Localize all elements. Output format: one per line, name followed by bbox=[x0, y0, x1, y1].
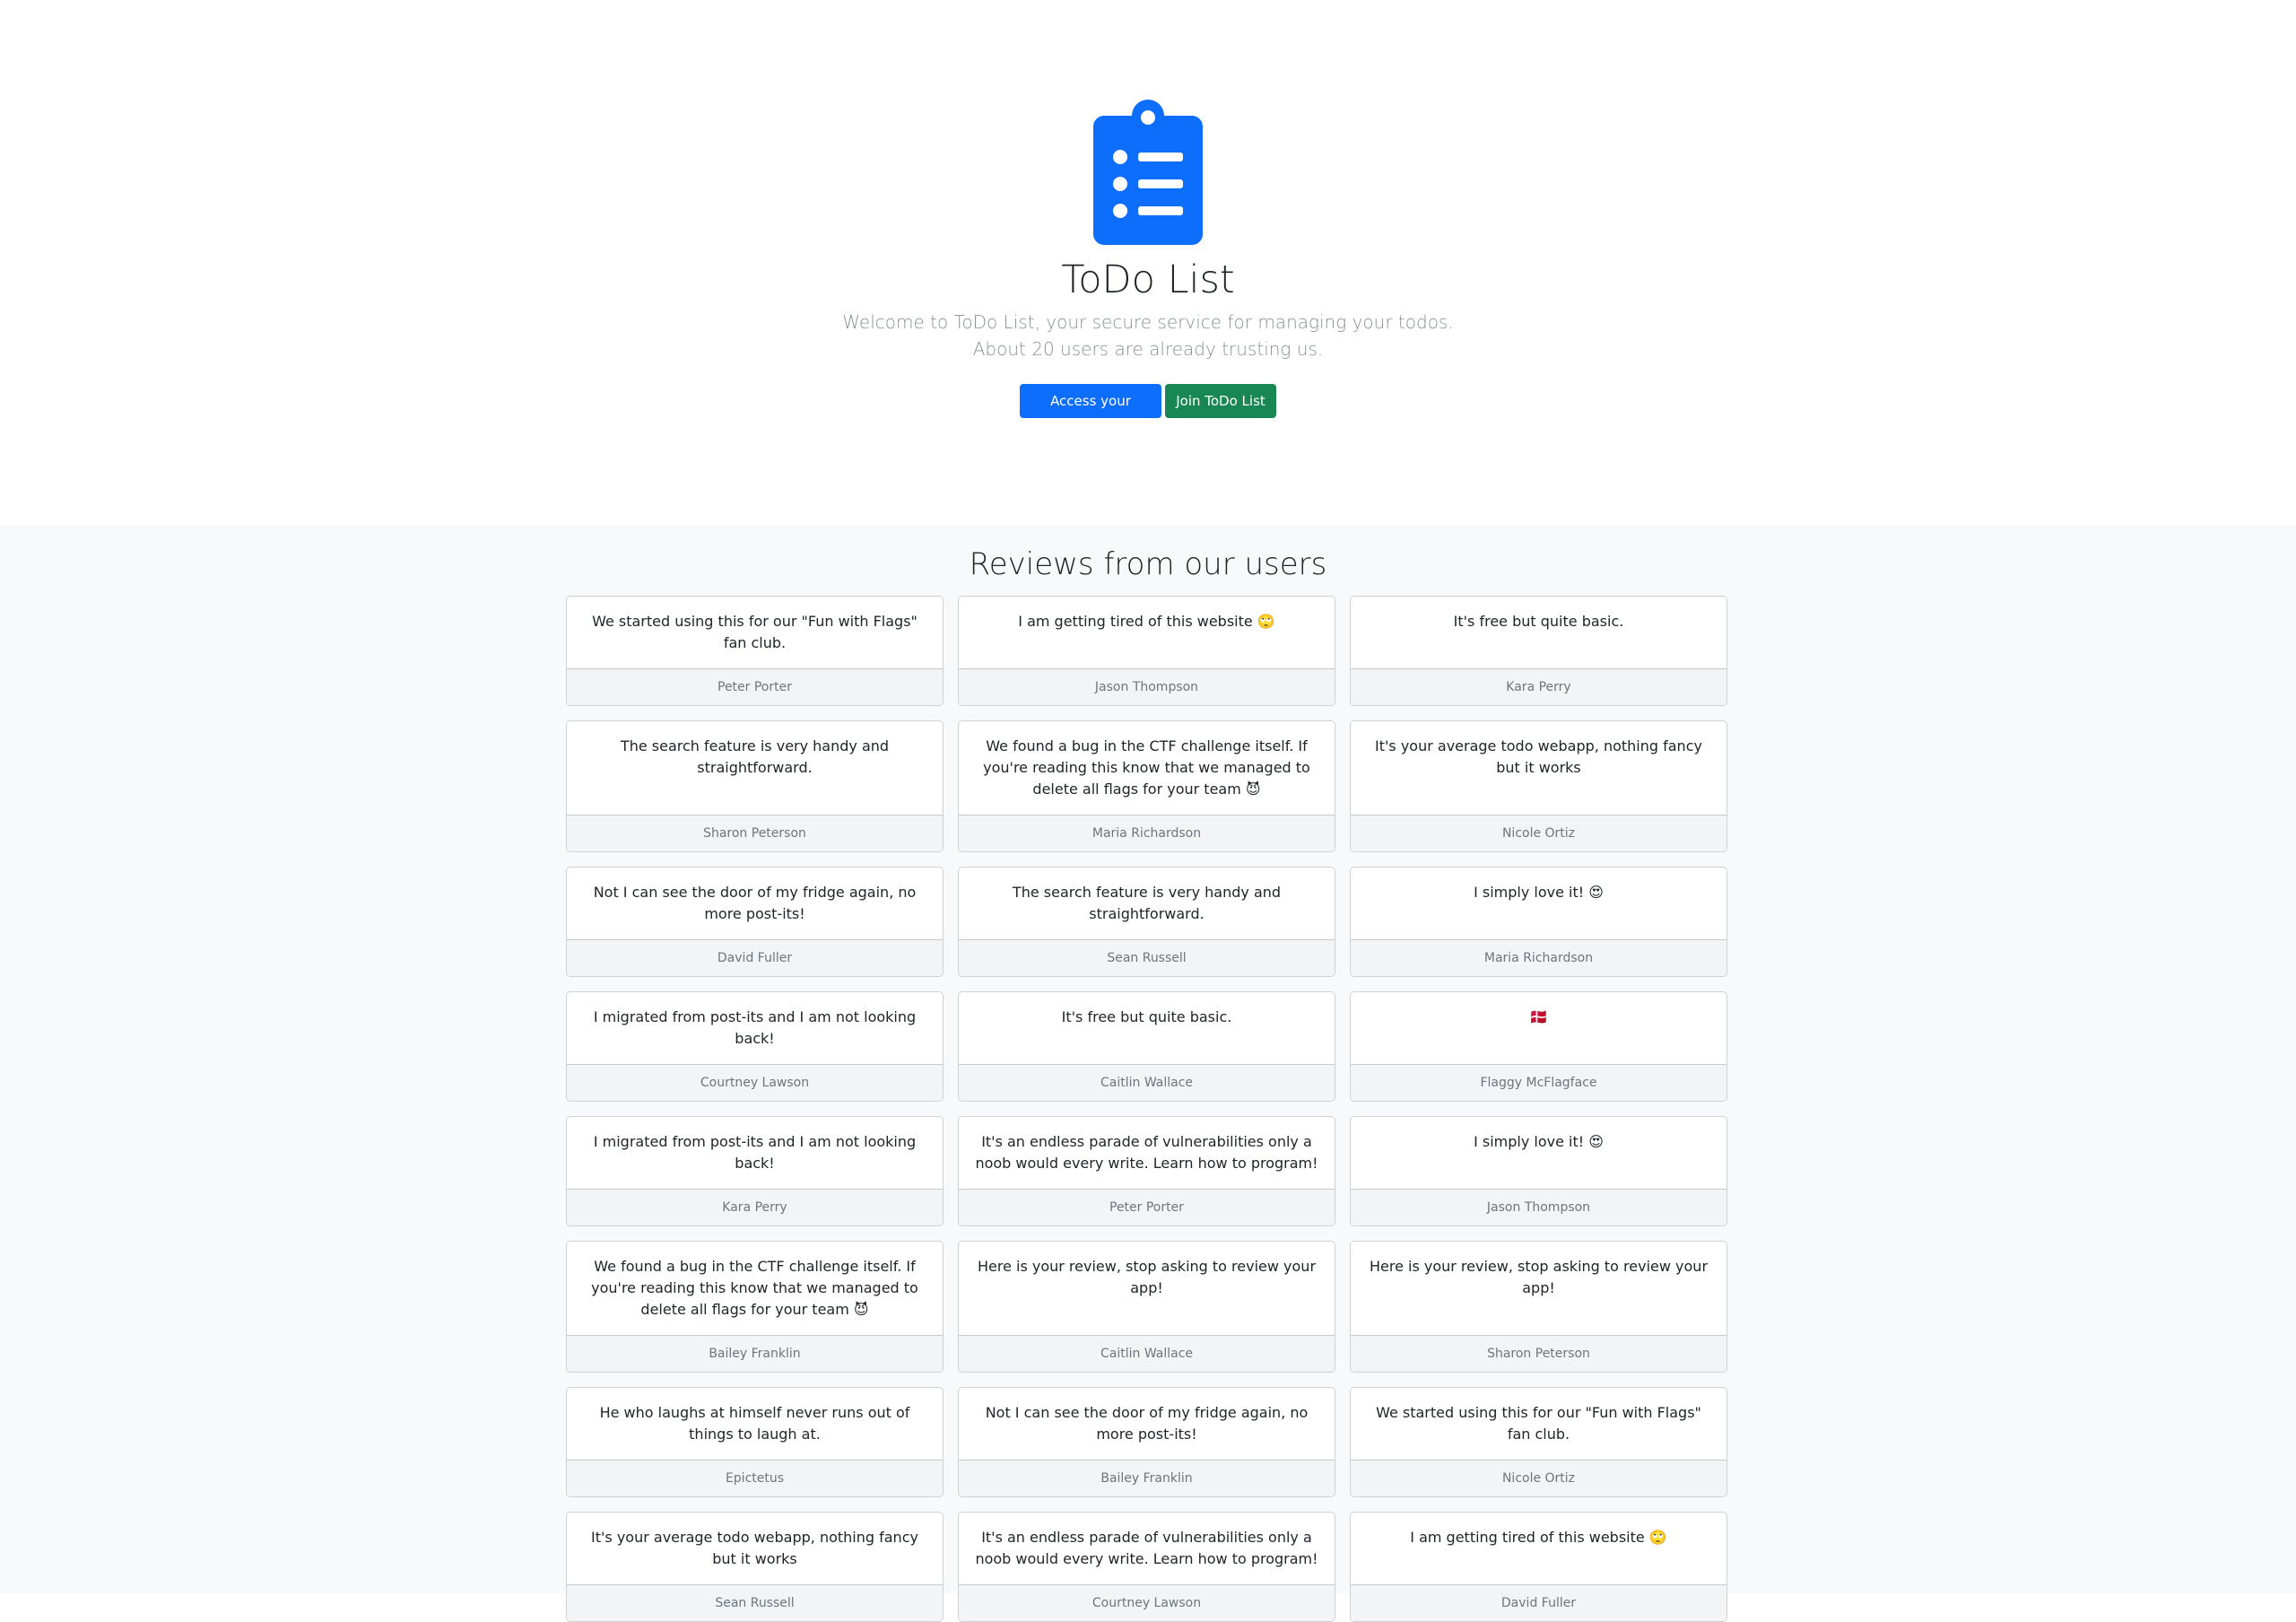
review-author: Sean Russell bbox=[567, 1584, 943, 1621]
review-author: Flaggy McFlagface bbox=[1351, 1064, 1726, 1101]
review-text: Not I can see the door of my fridge agai… bbox=[593, 884, 917, 922]
review-card: It's an endless parade of vulnerabilitie… bbox=[958, 1116, 1335, 1226]
review-card: I am getting tired of this website 🙄 Jaso… bbox=[958, 596, 1335, 706]
review-text: I am getting tired of this website 🙄 bbox=[1410, 1529, 1667, 1546]
review-author: Epictetus bbox=[567, 1460, 943, 1496]
clipboard-list-icon bbox=[1093, 100, 1203, 245]
review-author: Jason Thompson bbox=[1351, 1189, 1726, 1225]
review-card: It's your average todo webapp, nothing f… bbox=[566, 1512, 944, 1622]
review-author: Sharon Peterson bbox=[567, 815, 943, 851]
hero-buttons: Access your ToDos Join ToDo List bbox=[0, 384, 2296, 443]
review-card: 🇩🇰 Flaggy McFlagface bbox=[1350, 991, 1727, 1102]
reviews-grid: We started using this for our "Fun with … bbox=[566, 596, 1728, 1622]
review-card: Not I can see the door of my fridge agai… bbox=[566, 867, 944, 977]
review-card: Here is your review, stop asking to revi… bbox=[958, 1241, 1335, 1373]
review-text: I migrated from post-its and I am not lo… bbox=[593, 1008, 917, 1047]
review-text: It's an endless parade of vulnerabilitie… bbox=[975, 1133, 1318, 1172]
review-text: We started using this for our "Fun with … bbox=[1376, 1404, 1701, 1443]
review-author: Bailey Franklin bbox=[567, 1335, 943, 1372]
access-todos-button[interactable]: Access your ToDos bbox=[1020, 384, 1161, 443]
review-author: David Fuller bbox=[567, 939, 943, 976]
review-text: 🇩🇰 bbox=[1529, 1008, 1548, 1025]
review-text: It's an endless parade of vulnerabilitie… bbox=[975, 1529, 1318, 1567]
review-text: I simply love it! 😍 bbox=[1474, 884, 1604, 901]
review-author: Nicole Ortiz bbox=[1351, 1460, 1726, 1496]
review-card: The search feature is very handy and str… bbox=[566, 720, 944, 852]
review-card: I migrated from post-its and I am not lo… bbox=[566, 1116, 944, 1226]
review-card: It's your average todo webapp, nothing f… bbox=[1350, 720, 1727, 852]
review-text: The search feature is very handy and str… bbox=[620, 737, 890, 776]
review-text: He who laughs at himself never runs out … bbox=[599, 1404, 910, 1443]
review-card: It's free but quite basic. Caitlin Wallac… bbox=[958, 991, 1335, 1102]
review-author: Kara Perry bbox=[567, 1189, 943, 1225]
review-card: We found a bug in the CTF challenge itse… bbox=[958, 720, 1335, 852]
reviews-title: Reviews from our users bbox=[969, 546, 1327, 582]
review-author: Peter Porter bbox=[567, 668, 943, 705]
review-text: We started using this for our "Fun with … bbox=[592, 613, 918, 651]
review-card: Here is your review, stop asking to revi… bbox=[1350, 1241, 1727, 1373]
review-author: Jason Thompson bbox=[959, 668, 1335, 705]
lead-line-1: Welcome to ToDo List, your secure servic… bbox=[842, 311, 1454, 333]
review-card: I am getting tired of this website 🙄 Davi… bbox=[1350, 1512, 1727, 1622]
page-title: ToDo List bbox=[1061, 257, 1235, 302]
review-text: It's your average todo webapp, nothing f… bbox=[1375, 737, 1702, 776]
review-text: I simply love it! 😍 bbox=[1474, 1133, 1604, 1150]
review-text: I am getting tired of this website 🙄 bbox=[1018, 613, 1275, 630]
hero-section: ToDo List Welcome to ToDo List, your sec… bbox=[0, 0, 2296, 526]
review-text: Here is your review, stop asking to revi… bbox=[1369, 1258, 1709, 1296]
review-author: Courtney Lawson bbox=[567, 1064, 943, 1101]
join-button[interactable]: Join ToDo List bbox=[1165, 384, 1276, 418]
review-author: Maria Richardson bbox=[959, 815, 1335, 851]
review-text: It's free but quite basic. bbox=[1453, 613, 1624, 630]
review-card: We started using this for our "Fun with … bbox=[566, 596, 944, 706]
review-author: David Fuller bbox=[1351, 1584, 1726, 1621]
review-card: We started using this for our "Fun with … bbox=[1350, 1387, 1727, 1497]
review-author: Kara Perry bbox=[1351, 668, 1726, 705]
review-author: Caitlin Wallace bbox=[959, 1064, 1335, 1101]
review-card: The search feature is very handy and str… bbox=[958, 867, 1335, 977]
review-text: The search feature is very handy and str… bbox=[1012, 884, 1282, 922]
review-author: Courtney Lawson bbox=[959, 1584, 1335, 1621]
review-author: Sharon Peterson bbox=[1351, 1335, 1726, 1372]
review-card: I simply love it! 😍 Maria Richardson bbox=[1350, 867, 1727, 977]
review-text: Not I can see the door of my fridge agai… bbox=[985, 1404, 1309, 1443]
review-text: We found a bug in the CTF challenge itse… bbox=[591, 1258, 918, 1318]
hero-lead: Welcome to ToDo List, your secure servic… bbox=[0, 309, 2296, 362]
review-author: Caitlin Wallace bbox=[959, 1335, 1335, 1372]
review-card: I simply love it! 😍 Jason Thompson bbox=[1350, 1116, 1727, 1226]
review-card: I migrated from post-its and I am not lo… bbox=[566, 991, 944, 1102]
review-author: Nicole Ortiz bbox=[1351, 815, 1726, 851]
review-card: We found a bug in the CTF challenge itse… bbox=[566, 1241, 944, 1373]
review-author: Maria Richardson bbox=[1351, 939, 1726, 976]
review-card: It's free but quite basic. Kara Perry bbox=[1350, 596, 1727, 706]
review-author: Bailey Franklin bbox=[959, 1460, 1335, 1496]
review-card: Not I can see the door of my fridge agai… bbox=[958, 1387, 1335, 1497]
review-card: It's an endless parade of vulnerabilitie… bbox=[958, 1512, 1335, 1622]
lead-line-2: About 20 users are already trusting us. bbox=[972, 338, 1324, 360]
review-text: I migrated from post-its and I am not lo… bbox=[593, 1133, 917, 1172]
review-author: Sean Russell bbox=[959, 939, 1335, 976]
review-text: Here is your review, stop asking to revi… bbox=[977, 1258, 1317, 1296]
review-text: We found a bug in the CTF challenge itse… bbox=[983, 737, 1310, 798]
review-text: It's your average todo webapp, nothing f… bbox=[591, 1529, 918, 1567]
review-author: Peter Porter bbox=[959, 1189, 1335, 1225]
review-card: He who laughs at himself never runs out … bbox=[566, 1387, 944, 1497]
review-text: It's free but quite basic. bbox=[1061, 1008, 1232, 1025]
reviews-section: Reviews from our users We started using … bbox=[0, 526, 2296, 1622]
